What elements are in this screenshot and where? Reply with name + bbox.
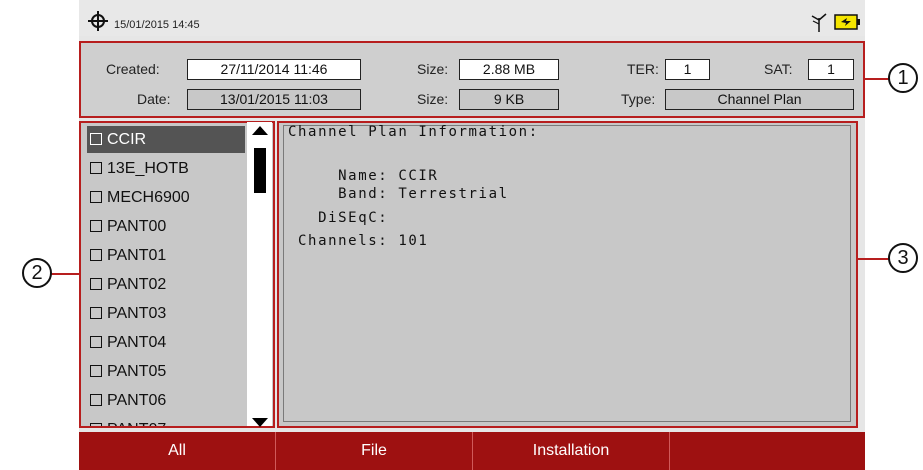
status-datetime: 15/01/2015 14:45	[114, 19, 200, 31]
list-item-label: CCIR	[107, 131, 147, 148]
list-item[interactable]: PANT00	[87, 213, 245, 240]
file-list[interactable]: CCIR 13E_HOTB MECH6900 PANT00 PANT01 PANT02 PA…	[79, 121, 275, 428]
list-item[interactable]: PANT04	[87, 329, 245, 356]
detail-diseqc: DiSEqC:	[288, 210, 389, 226]
callout-3: 3	[888, 243, 918, 273]
checkbox-icon[interactable]	[90, 191, 102, 203]
checkbox-icon[interactable]	[90, 220, 102, 232]
checkbox-icon[interactable]	[90, 133, 102, 145]
list-item[interactable]: PANT05	[87, 358, 245, 385]
detail-band: Band: Terrestrial	[288, 186, 509, 202]
list-item-label: PANT00	[107, 218, 167, 235]
softkey-empty[interactable]	[670, 432, 865, 470]
size-label: Size:	[417, 61, 449, 77]
date-label: Date:	[137, 91, 171, 107]
size-label-2: Size:	[417, 91, 449, 107]
sat-value: 1	[808, 59, 854, 80]
list-item-label: PANT05	[107, 363, 167, 380]
scroll-up-arrow-icon[interactable]	[252, 126, 268, 135]
sat-label: SAT:	[764, 61, 793, 77]
checkbox-icon[interactable]	[90, 278, 102, 290]
list-item-label: PANT02	[107, 276, 167, 293]
checkbox-icon[interactable]	[90, 394, 102, 406]
checkbox-icon[interactable]	[90, 249, 102, 261]
antenna-icon	[811, 13, 827, 32]
list-item-label: PANT07	[107, 421, 166, 426]
list-item-label: PANT03	[107, 305, 167, 322]
date-value: 13/01/2015 11:03	[187, 89, 361, 110]
size-value-2: 9 KB	[459, 89, 559, 110]
detail-channels: Channels: 101	[288, 233, 429, 249]
softkey-all[interactable]: All	[79, 432, 275, 470]
list-item[interactable]: PANT07	[87, 416, 245, 426]
crosshair-icon	[88, 11, 108, 31]
checkbox-icon[interactable]	[90, 162, 102, 174]
battery-icon	[834, 14, 860, 30]
size-value: 2.88 MB	[459, 59, 559, 80]
list-item[interactable]: PANT03	[87, 300, 245, 327]
list-item[interactable]: PANT01	[87, 242, 245, 269]
type-label: Type:	[621, 91, 656, 107]
list-item-label: 13E_HOTB	[107, 160, 189, 177]
type-value: Channel Plan	[665, 89, 854, 110]
callout-line-1	[865, 78, 889, 80]
list-item[interactable]: PANT02	[87, 271, 245, 298]
list-item-label: PANT01	[107, 247, 167, 264]
callout-line-3	[858, 258, 889, 260]
detail-name: Name: CCIR	[288, 168, 439, 184]
callout-1: 1	[888, 63, 918, 93]
ter-label: TER:	[627, 61, 659, 77]
created-value: 27/11/2014 11:46	[187, 59, 361, 80]
ter-value: 1	[665, 59, 710, 80]
list-item[interactable]: CCIR	[87, 126, 245, 153]
created-label: Created:	[106, 61, 160, 77]
list-item-label: PANT06	[107, 392, 167, 409]
scroll-down-arrow-icon[interactable]	[252, 418, 268, 427]
checkbox-icon[interactable]	[90, 307, 102, 319]
list-item[interactable]: PANT06	[87, 387, 245, 414]
list-item[interactable]: MECH6900	[87, 184, 245, 211]
softkey-file[interactable]: File	[276, 432, 472, 470]
list-item[interactable]: 13E_HOTB	[87, 155, 245, 182]
scrollbar-thumb[interactable]	[254, 148, 266, 193]
list-item-label: PANT04	[107, 334, 167, 351]
checkbox-icon[interactable]	[90, 423, 102, 426]
checkbox-icon[interactable]	[90, 365, 102, 377]
detail-heading: Channel Plan Information:	[288, 124, 539, 140]
callout-2: 2	[22, 258, 52, 288]
softkey-installation[interactable]: Installation	[473, 432, 669, 470]
checkbox-icon[interactable]	[90, 336, 102, 348]
list-item-label: MECH6900	[107, 189, 190, 206]
